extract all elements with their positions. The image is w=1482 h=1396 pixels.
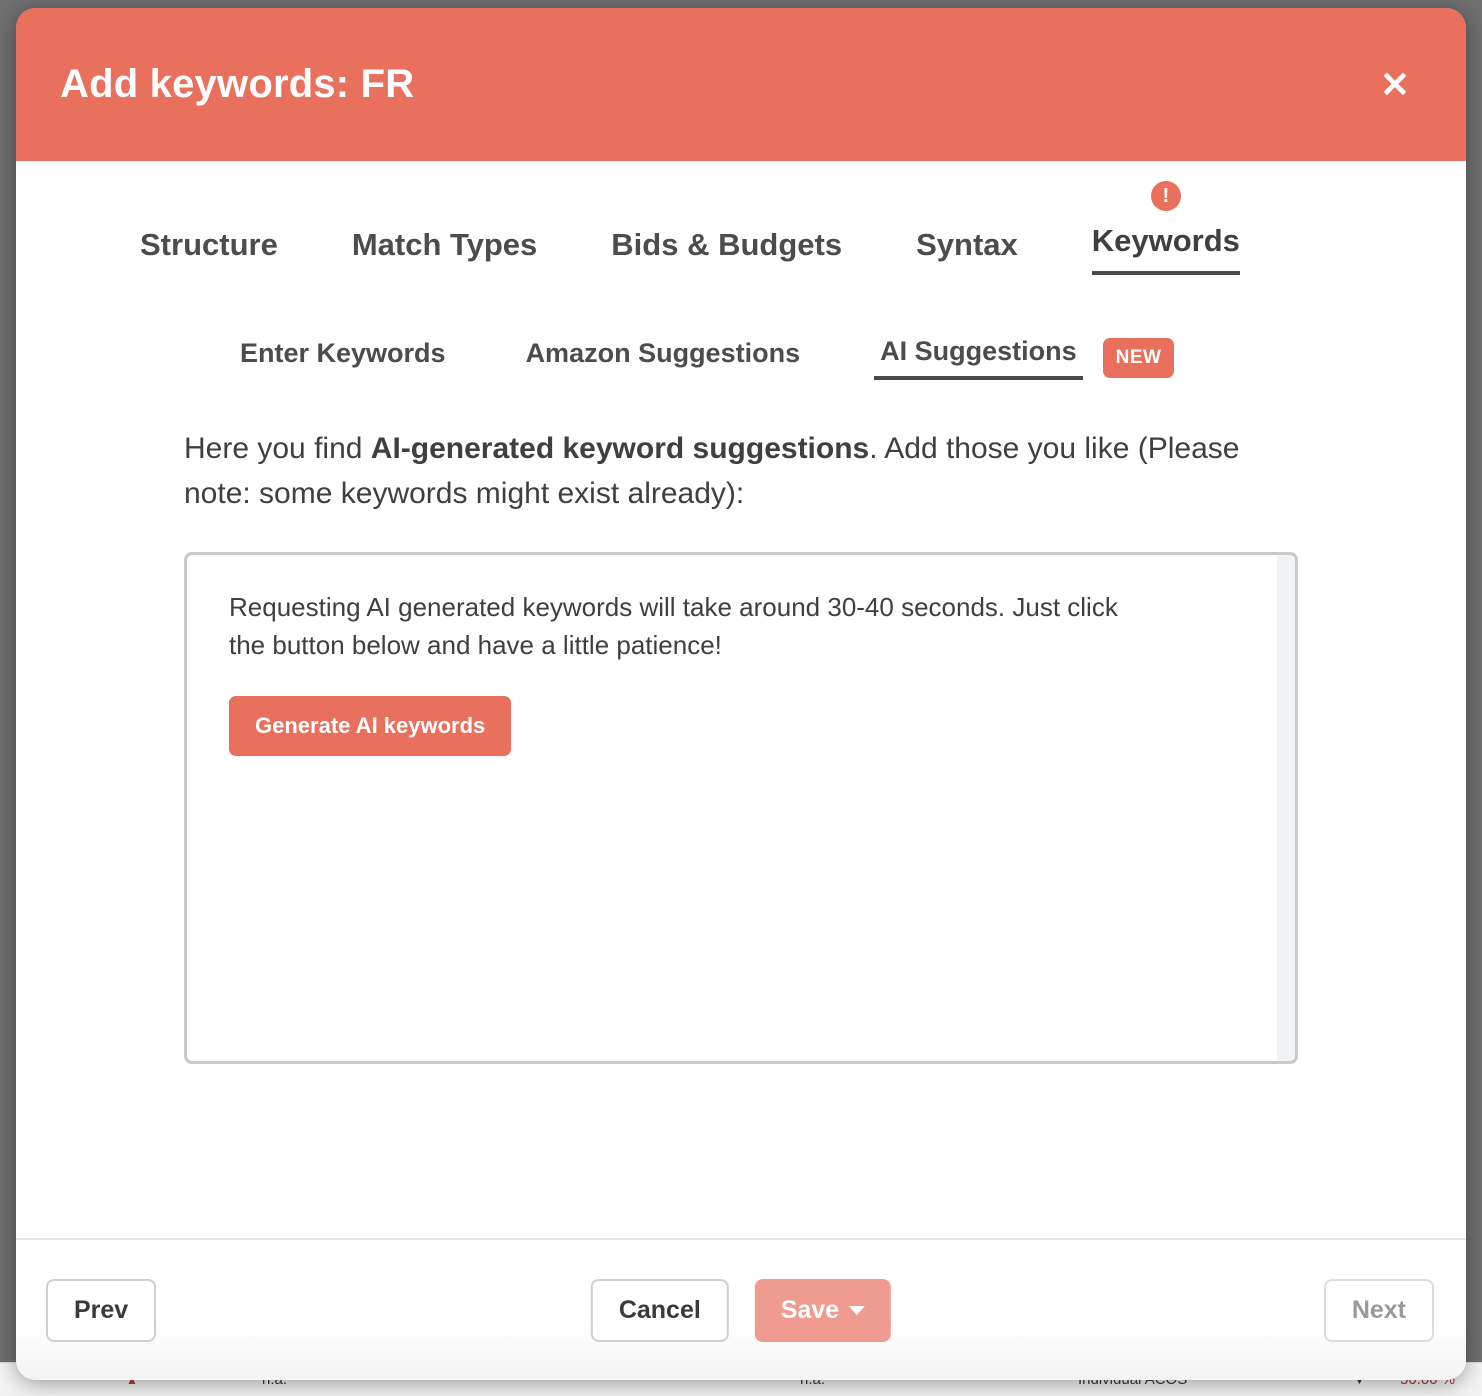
generate-ai-keywords-button[interactable]: Generate AI keywords bbox=[229, 696, 512, 757]
save-button[interactable]: Save bbox=[754, 1278, 892, 1342]
panel-content: Requesting AI generated keywords will ta… bbox=[187, 555, 1295, 757]
intro-text: Here you find AI-generated keyword sugge… bbox=[16, 380, 1466, 516]
footer-center-group: Cancel Save bbox=[590, 1278, 892, 1342]
sub-tabs: Enter Keywords Amazon Suggestions AI Sug… bbox=[16, 275, 1466, 380]
alert-icon: ! bbox=[1150, 181, 1181, 211]
page-title: Add keywords: FR bbox=[60, 62, 415, 106]
prev-button[interactable]: Prev bbox=[46, 1278, 157, 1342]
intro-strong: AI-generated keyword suggestions bbox=[370, 432, 870, 465]
intro-part-1: Here you find bbox=[184, 432, 371, 465]
modal-header: Add keywords: FR ✕ bbox=[16, 8, 1466, 161]
tab-structure[interactable]: Structure bbox=[140, 227, 278, 275]
tab-keywords-label: Keywords bbox=[1091, 223, 1240, 258]
next-button[interactable]: Next bbox=[1323, 1278, 1434, 1342]
modal-body: Structure Match Types Bids & Budgets Syn… bbox=[16, 161, 1466, 1238]
panel-scrollbar[interactable] bbox=[1277, 555, 1295, 1061]
modal-footer: Prev Cancel Save Next bbox=[16, 1238, 1466, 1380]
tab-bids-budgets[interactable]: Bids & Budgets bbox=[611, 227, 842, 275]
subtab-ai-suggestions[interactable]: AI Suggestions bbox=[874, 335, 1083, 380]
tab-keywords[interactable]: ! Keywords bbox=[1091, 181, 1240, 275]
tab-syntax[interactable]: Syntax bbox=[916, 227, 1018, 275]
subtab-enter-keywords[interactable]: Enter Keywords bbox=[234, 337, 452, 378]
ai-suggestions-panel: Requesting AI generated keywords will ta… bbox=[184, 552, 1298, 1064]
footer-left-group: Prev bbox=[46, 1278, 157, 1342]
cancel-button[interactable]: Cancel bbox=[590, 1278, 729, 1342]
add-keywords-modal: Add keywords: FR ✕ Structure Match Types… bbox=[16, 8, 1466, 1380]
tab-match-types[interactable]: Match Types bbox=[352, 227, 537, 275]
chevron-down-icon bbox=[849, 1305, 866, 1315]
main-tabs: Structure Match Types Bids & Budgets Syn… bbox=[16, 161, 1466, 275]
footer-right-group: Next bbox=[1323, 1278, 1434, 1342]
new-badge: NEW bbox=[1102, 337, 1175, 378]
close-icon[interactable]: ✕ bbox=[1372, 62, 1418, 108]
panel-instruction-text: Requesting AI generated keywords will ta… bbox=[229, 592, 1118, 660]
save-button-label: Save bbox=[780, 1295, 840, 1324]
subtab-amazon-suggestions[interactable]: Amazon Suggestions bbox=[520, 337, 807, 378]
